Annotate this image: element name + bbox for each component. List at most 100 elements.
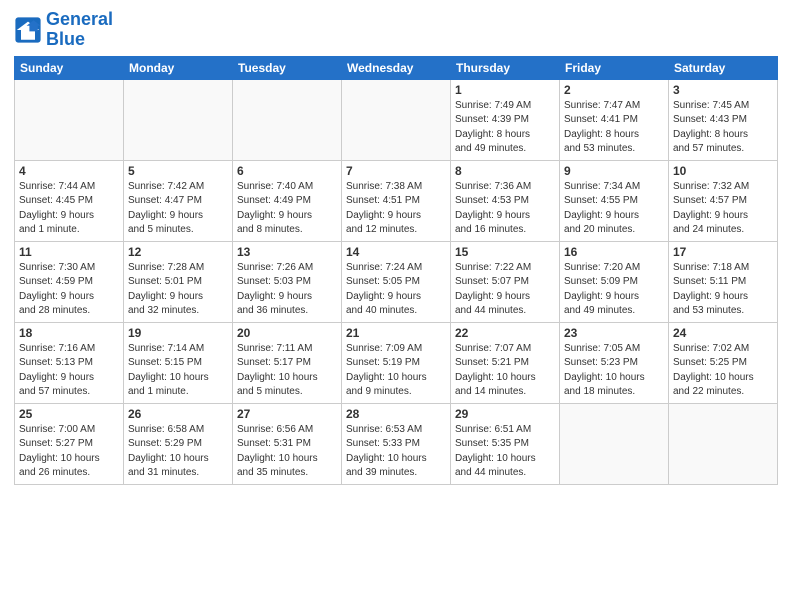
- calendar-cell: 2 Sunrise: 7:47 AM Sunset: 4:41 PM Daylig…: [560, 79, 669, 160]
- day-number: 12: [128, 245, 228, 259]
- calendar-cell: 23Sunrise: 7:05 AM Sunset: 5:23 PM Dayli…: [560, 322, 669, 403]
- calendar-cell: 1Sunrise: 7:49 AM Sunset: 4:39 PM Daylig…: [451, 79, 560, 160]
- calendar-cell: 9 Sunrise: 7:34 AM Sunset: 4:55 PM Daylig…: [560, 160, 669, 241]
- day-number: 6: [237, 164, 337, 178]
- weekday-header: Tuesday: [233, 56, 342, 79]
- day-info: Sunrise: 7:20 AM Sunset: 5:09 PM Dayligh…: [564, 261, 664, 319]
- logo-icon: [14, 16, 42, 44]
- calendar-week-row: 25Sunrise: 7:00 AM Sunset: 5:27 PM Dayli…: [15, 403, 778, 484]
- day-number: 9: [564, 164, 664, 178]
- day-number: 27: [237, 407, 337, 421]
- day-number: 26: [128, 407, 228, 421]
- day-info: Sunrise: 7:34 AM Sunset: 4:55 PM Dayligh…: [564, 180, 664, 238]
- day-number: 20: [237, 326, 337, 340]
- logo: GeneralBlue: [14, 10, 113, 50]
- day-info: Sunrise: 7:14 AM Sunset: 5:15 PM Dayligh…: [128, 342, 228, 400]
- day-info: Sunrise: 7:16 AM Sunset: 5:13 PM Dayligh…: [19, 342, 119, 400]
- calendar-cell: 14 Sunrise: 7:24 AM Sunset: 5:05 PM Dayli…: [342, 241, 451, 322]
- calendar-cell: 11 Sunrise: 7:30 AM Sunset: 4:59 PM Dayli…: [15, 241, 124, 322]
- day-number: 17: [673, 245, 773, 259]
- day-info: Sunrise: 7:47 AM Sunset: 4:41 PM Dayligh…: [564, 99, 664, 157]
- logo-line1: General: [46, 10, 113, 30]
- calendar-cell: [669, 403, 778, 484]
- weekday-header: Thursday: [451, 56, 560, 79]
- calendar-cell: 21 Sunrise: 7:09 AM Sunset: 5:19 PM Dayli…: [342, 322, 451, 403]
- weekday-header: Saturday: [669, 56, 778, 79]
- calendar-cell: 5 Sunrise: 7:42 AM Sunset: 4:47 PM Daylig…: [124, 160, 233, 241]
- day-info: Sunrise: 6:53 AM Sunset: 5:33 PM Dayligh…: [346, 423, 446, 481]
- calendar: SundayMondayTuesdayWednesdayThursdayFrid…: [14, 56, 778, 485]
- weekday-header: Monday: [124, 56, 233, 79]
- calendar-cell: 24 Sunrise: 7:02 AM Sunset: 5:25 PM Dayli…: [669, 322, 778, 403]
- calendar-week-row: 11 Sunrise: 7:30 AM Sunset: 4:59 PM Dayli…: [15, 241, 778, 322]
- day-info: Sunrise: 7:28 AM Sunset: 5:01 PM Dayligh…: [128, 261, 228, 319]
- day-number: 14: [346, 245, 446, 259]
- day-info: Sunrise: 7:02 AM Sunset: 5:25 PM Dayligh…: [673, 342, 773, 400]
- day-info: Sunrise: 7:42 AM Sunset: 4:47 PM Dayligh…: [128, 180, 228, 238]
- day-info: Sunrise: 7:32 AM Sunset: 4:57 PM Dayligh…: [673, 180, 773, 238]
- day-info: Sunrise: 6:56 AM Sunset: 5:31 PM Dayligh…: [237, 423, 337, 481]
- day-info: Sunrise: 7:40 AM Sunset: 4:49 PM Dayligh…: [237, 180, 337, 238]
- day-info: Sunrise: 7:30 AM Sunset: 4:59 PM Dayligh…: [19, 261, 119, 319]
- day-number: 3: [673, 83, 773, 97]
- day-info: Sunrise: 7:38 AM Sunset: 4:51 PM Dayligh…: [346, 180, 446, 238]
- day-number: 7: [346, 164, 446, 178]
- calendar-cell: 6 Sunrise: 7:40 AM Sunset: 4:49 PM Daylig…: [233, 160, 342, 241]
- calendar-cell: 26 Sunrise: 6:58 AM Sunset: 5:29 PM Dayli…: [124, 403, 233, 484]
- day-number: 5: [128, 164, 228, 178]
- calendar-cell: 22 Sunrise: 7:07 AM Sunset: 5:21 PM Dayli…: [451, 322, 560, 403]
- calendar-cell: [15, 79, 124, 160]
- calendar-week-row: 1Sunrise: 7:49 AM Sunset: 4:39 PM Daylig…: [15, 79, 778, 160]
- calendar-cell: [560, 403, 669, 484]
- day-number: 2: [564, 83, 664, 97]
- weekday-header-row: SundayMondayTuesdayWednesdayThursdayFrid…: [15, 56, 778, 79]
- day-number: 8: [455, 164, 555, 178]
- day-info: Sunrise: 6:51 AM Sunset: 5:35 PM Dayligh…: [455, 423, 555, 481]
- calendar-cell: 4Sunrise: 7:44 AM Sunset: 4:45 PM Daylig…: [15, 160, 124, 241]
- day-number: 1: [455, 83, 555, 97]
- day-number: 21: [346, 326, 446, 340]
- calendar-cell: 8 Sunrise: 7:36 AM Sunset: 4:53 PM Daylig…: [451, 160, 560, 241]
- calendar-cell: [124, 79, 233, 160]
- logo-line2: Blue: [46, 30, 113, 50]
- day-info: Sunrise: 7:36 AM Sunset: 4:53 PM Dayligh…: [455, 180, 555, 238]
- calendar-cell: 27 Sunrise: 6:56 AM Sunset: 5:31 PM Dayli…: [233, 403, 342, 484]
- calendar-cell: 29 Sunrise: 6:51 AM Sunset: 5:35 PM Dayli…: [451, 403, 560, 484]
- calendar-cell: 20 Sunrise: 7:11 AM Sunset: 5:17 PM Dayli…: [233, 322, 342, 403]
- calendar-cell: 15 Sunrise: 7:22 AM Sunset: 5:07 PM Dayli…: [451, 241, 560, 322]
- calendar-cell: 3Sunrise: 7:45 AM Sunset: 4:43 PM Daylig…: [669, 79, 778, 160]
- day-number: 25: [19, 407, 119, 421]
- calendar-cell: 17 Sunrise: 7:18 AM Sunset: 5:11 PM Dayli…: [669, 241, 778, 322]
- day-info: Sunrise: 7:07 AM Sunset: 5:21 PM Dayligh…: [455, 342, 555, 400]
- calendar-week-row: 18 Sunrise: 7:16 AM Sunset: 5:13 PM Dayli…: [15, 322, 778, 403]
- day-number: 11: [19, 245, 119, 259]
- day-number: 16: [564, 245, 664, 259]
- day-number: 18: [19, 326, 119, 340]
- day-info: Sunrise: 7:26 AM Sunset: 5:03 PM Dayligh…: [237, 261, 337, 319]
- day-number: 24: [673, 326, 773, 340]
- day-info: Sunrise: 7:24 AM Sunset: 5:05 PM Dayligh…: [346, 261, 446, 319]
- day-number: 22: [455, 326, 555, 340]
- day-info: Sunrise: 7:22 AM Sunset: 5:07 PM Dayligh…: [455, 261, 555, 319]
- day-info: Sunrise: 7:11 AM Sunset: 5:17 PM Dayligh…: [237, 342, 337, 400]
- day-info: Sunrise: 7:44 AM Sunset: 4:45 PM Dayligh…: [19, 180, 119, 238]
- header: GeneralBlue: [14, 10, 778, 50]
- day-info: Sunrise: 7:18 AM Sunset: 5:11 PM Dayligh…: [673, 261, 773, 319]
- calendar-cell: 13 Sunrise: 7:26 AM Sunset: 5:03 PM Dayli…: [233, 241, 342, 322]
- calendar-cell: 7 Sunrise: 7:38 AM Sunset: 4:51 PM Daylig…: [342, 160, 451, 241]
- weekday-header: Friday: [560, 56, 669, 79]
- day-number: 29: [455, 407, 555, 421]
- day-info: Sunrise: 7:09 AM Sunset: 5:19 PM Dayligh…: [346, 342, 446, 400]
- calendar-cell: 19Sunrise: 7:14 AM Sunset: 5:15 PM Dayli…: [124, 322, 233, 403]
- calendar-cell: 10 Sunrise: 7:32 AM Sunset: 4:57 PM Dayli…: [669, 160, 778, 241]
- calendar-cell: 18 Sunrise: 7:16 AM Sunset: 5:13 PM Dayli…: [15, 322, 124, 403]
- calendar-cell: 16 Sunrise: 7:20 AM Sunset: 5:09 PM Dayli…: [560, 241, 669, 322]
- day-number: 15: [455, 245, 555, 259]
- day-number: 10: [673, 164, 773, 178]
- calendar-cell: 25Sunrise: 7:00 AM Sunset: 5:27 PM Dayli…: [15, 403, 124, 484]
- day-info: Sunrise: 6:58 AM Sunset: 5:29 PM Dayligh…: [128, 423, 228, 481]
- weekday-header: Wednesday: [342, 56, 451, 79]
- calendar-cell: [233, 79, 342, 160]
- calendar-cell: [342, 79, 451, 160]
- day-number: 13: [237, 245, 337, 259]
